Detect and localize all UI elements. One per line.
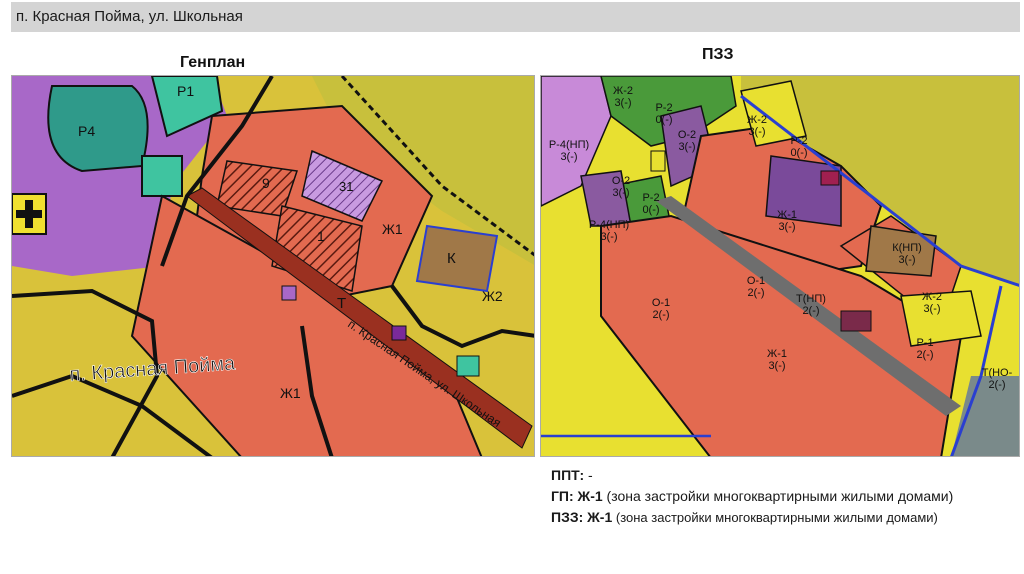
zone-label-code: Т(НП): [796, 293, 826, 305]
info-gp-code: Ж-1: [573, 488, 603, 504]
label-p4: Р4: [78, 123, 95, 139]
object-marker: [650, 150, 666, 172]
genplan-map-canvas: Р1 Р4 Ж1 Ж1 Ж2 К Т 9 31 1 п. Красная Пой…: [12, 76, 534, 456]
label-z2: Ж2: [482, 288, 503, 304]
zone-label-sub: 0(-): [642, 204, 659, 216]
info-gp-key: ГП:: [551, 488, 574, 504]
object-marker: [281, 285, 297, 301]
zone-label-code: Р-4(НП): [549, 139, 589, 151]
zone-label-sub: 3(-): [898, 254, 915, 266]
zone-label-sub: 2(-): [652, 309, 669, 321]
genplan-map[interactable]: Р1 Р4 Ж1 Ж1 Ж2 К Т 9 31 1 п. Красная Пой…: [11, 75, 535, 457]
label-9: 9: [262, 175, 270, 191]
info-pzz: ПЗЗ: Ж-1 (зона застройки многоквартирным…: [551, 508, 975, 527]
zone-label-sub: 2(-): [988, 379, 1005, 391]
object-marker: [456, 355, 480, 377]
info-gp: ГП: Ж-1 (зона застройки многоквартирными…: [551, 487, 975, 505]
label-z1-bottom: Ж1: [280, 385, 301, 401]
label-p1: Р1: [177, 83, 194, 99]
object-marker: [391, 325, 407, 341]
pzz-map-canvas: Ж-2 3(-) Р-2 0(-) О-2 3(-) Ж-2 3(-) Р-2 …: [541, 76, 1019, 456]
zone-label-sub: 2(-): [916, 349, 933, 361]
zone-label-sub: 0(-): [790, 147, 807, 159]
info-pzz-code: Ж-1: [583, 509, 613, 525]
info-pzz-key: ПЗЗ:: [551, 509, 584, 525]
info-ppt-key: ППТ:: [551, 467, 585, 483]
pzz-map[interactable]: Ж-2 3(-) Р-2 0(-) О-2 3(-) Ж-2 3(-) Р-2 …: [540, 75, 1020, 457]
zone-label-sub: 3(-): [778, 221, 795, 233]
zone-label-sub: 3(-): [923, 303, 940, 315]
label-1: 1: [317, 228, 325, 244]
zone-label-sub: 3(-): [768, 360, 785, 372]
label-z1-top: Ж1: [382, 221, 403, 237]
zone-label-sub: 3(-): [614, 97, 631, 109]
object-marker: [820, 170, 840, 186]
zone-label-code: Р-4(НП): [589, 219, 629, 231]
info-pzz-description: (зона застройки многоквартирными жилыми …: [612, 510, 938, 525]
zone-k: [415, 224, 499, 293]
zone-label-sub: 3(-): [678, 141, 695, 153]
slide-title: п. Красная Пойма, ул. Школьная: [11, 2, 1020, 32]
zone-label-sub: 3(-): [560, 151, 577, 163]
info-ppt: ППТ: -: [551, 466, 975, 484]
zone-label-code: О-1: [652, 297, 670, 309]
zone-label-sub: 2(-): [747, 287, 764, 299]
label-k: К: [447, 250, 456, 267]
zone-label-code: Р-2: [655, 102, 672, 114]
label-t: Т: [337, 295, 346, 312]
zone-label-code: Т(НО-: [982, 367, 1013, 379]
zone-label-code: Ж-1: [777, 209, 797, 221]
zone-label-code: О-2: [612, 175, 630, 187]
info-gp-description: (зона застройки многоквартирными жилыми …: [602, 488, 954, 504]
zone-label-code: Ж-2: [613, 85, 633, 97]
zone-label-code: Р-1: [916, 337, 933, 349]
park-p4: [47, 85, 149, 173]
zone-label-code: О-1: [747, 275, 765, 287]
pzz-label: ПЗЗ: [702, 46, 734, 63]
zone-label-code: Р-2: [790, 135, 807, 147]
zone-label-sub: 0(-): [655, 114, 672, 126]
zone-label-sub: 3(-): [612, 187, 629, 199]
label-31: 31: [339, 179, 353, 194]
zone-label-code: Р-2: [642, 192, 659, 204]
zone-label-sub: 3(-): [748, 126, 765, 138]
genplan-label: Генплан: [180, 54, 246, 71]
zone-label-sub: 3(-): [600, 231, 617, 243]
zone-label-code: Ж-2: [747, 114, 767, 126]
zone-label-code: Ж-1: [767, 348, 787, 360]
zoning-info: ППТ: - ГП: Ж-1 (зона застройки многоквар…: [551, 466, 975, 530]
zone-label-code: Ж-2: [922, 291, 942, 303]
object-marker: [840, 310, 872, 332]
zone-label-sub: 2(-): [802, 305, 819, 317]
zone-label-code: К(НП): [892, 242, 922, 254]
zone-label-code: О-2: [678, 129, 696, 141]
info-ppt-value: -: [584, 467, 593, 483]
green-plot: [141, 155, 183, 197]
